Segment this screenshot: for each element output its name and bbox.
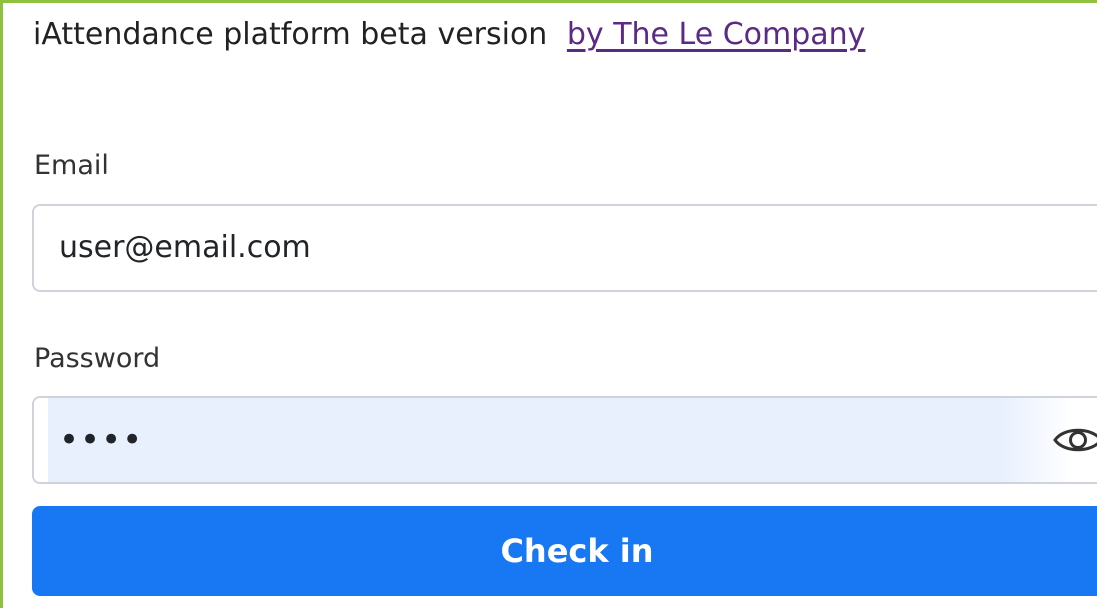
password-value: •••• xyxy=(59,420,144,460)
platform-title: iAttendance platform beta version xyxy=(33,17,548,52)
password-field[interactable]: •••• xyxy=(32,396,1097,484)
eye-icon[interactable] xyxy=(1052,423,1097,457)
email-value: user@email.com xyxy=(59,230,311,265)
page-header: iAttendance platform beta version by The… xyxy=(33,17,865,52)
email-field[interactable]: user@email.com xyxy=(32,204,1097,292)
password-field-edge xyxy=(34,398,48,482)
company-link[interactable]: by The Le Company xyxy=(567,17,866,52)
check-in-button[interactable]: Check in xyxy=(32,506,1097,596)
email-label: Email xyxy=(34,150,109,181)
password-label: Password xyxy=(34,343,161,374)
password-toggle[interactable] xyxy=(1000,398,1097,482)
login-panel: iAttendance platform beta version by The… xyxy=(0,0,1097,608)
